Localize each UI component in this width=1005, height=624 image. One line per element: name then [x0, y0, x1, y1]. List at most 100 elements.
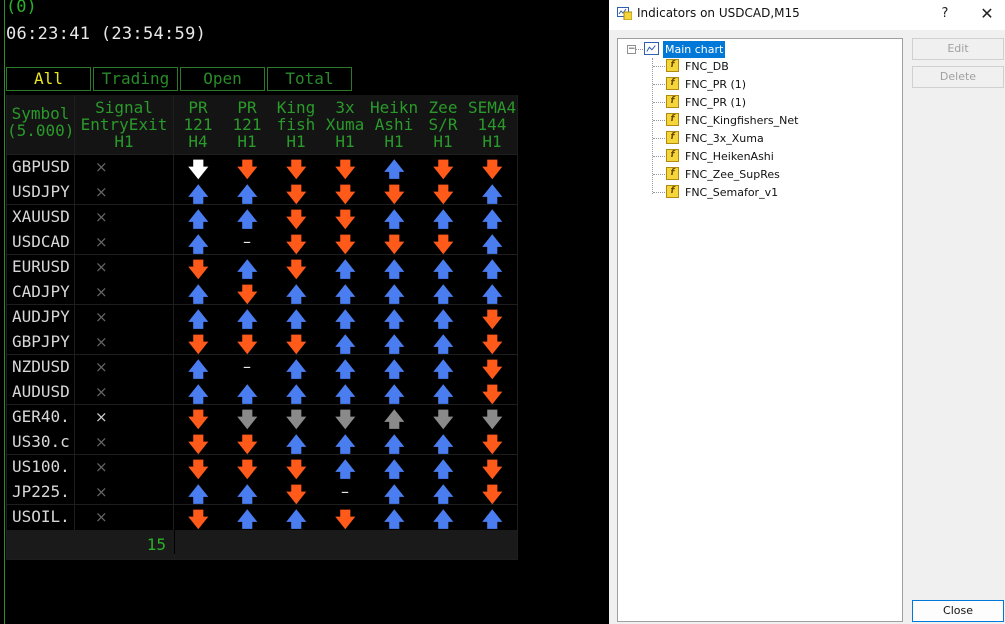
edit-button[interactable]: Edit	[912, 38, 1004, 60]
close-signal-icon[interactable]: ×	[95, 158, 108, 176]
close-signal-icon[interactable]: ×	[95, 408, 108, 426]
arrow-up-icon: 🡅	[433, 332, 454, 356]
arrow-up-icon: 🡅	[188, 232, 209, 256]
delete-button[interactable]: Delete	[912, 66, 1004, 88]
symbol-label[interactable]: GBPJPY	[12, 332, 70, 351]
arrow-down-icon: 🡇	[335, 157, 356, 181]
arrow-down-icon: 🡇	[286, 257, 307, 281]
signal-cell	[75, 155, 173, 204]
arrow-up-icon: 🡅	[384, 507, 405, 531]
tab-open[interactable]: Open	[180, 67, 265, 91]
close-signal-icon[interactable]: ×	[95, 258, 108, 276]
tree-connector	[653, 120, 665, 121]
arrow-down-icon: 🡇	[433, 407, 454, 431]
close-signal-icon[interactable]: ×	[95, 508, 108, 526]
symbol-label[interactable]: GBPUSD	[12, 157, 70, 176]
top-value: (0)	[6, 0, 37, 17]
arrow-down-icon: 🡇	[188, 332, 209, 356]
symbol-count: 15	[146, 535, 166, 554]
dash-icon: –	[341, 482, 349, 501]
symbol-label[interactable]: EURUSD	[12, 257, 70, 276]
arrow-up-icon: 🡅	[286, 307, 307, 331]
arrow-up-icon: 🡅	[433, 257, 454, 281]
signal-cell	[75, 405, 173, 454]
arrow-up-icon: 🡅	[188, 357, 209, 381]
signal-cell	[75, 305, 173, 354]
symbol-label[interactable]: US30.c	[12, 432, 70, 451]
arrow-up-icon: 🡅	[237, 257, 258, 281]
indicator-icon: f	[666, 95, 679, 108]
table-row: AUDJPY × 🡅 🡅 🡅 🡅 🡅 🡅 🡇 GBPJPY × 🡇 🡇 🡇 🡅 🡅 🡅 🡇	[6, 305, 518, 354]
arrow-up-icon: 🡅	[237, 207, 258, 231]
symbol-label[interactable]: GER40.	[12, 407, 70, 426]
signal-cell	[75, 255, 173, 304]
tab-total[interactable]: Total	[267, 67, 352, 91]
tree-connector	[653, 138, 665, 139]
collapse-icon[interactable]: −	[627, 45, 636, 54]
close-signal-icon[interactable]: ×	[95, 433, 108, 451]
tree-root-label: Main chart	[663, 41, 726, 58]
symbol-label[interactable]: USOIL.	[12, 507, 70, 526]
close-signal-icon[interactable]: ×	[95, 383, 108, 401]
arrow-up-icon: 🡅	[237, 182, 258, 206]
symbol-label[interactable]: NZDUSD	[12, 357, 70, 376]
arrow-down-icon: 🡇	[237, 282, 258, 306]
header-col-0: PR 121 H4	[174, 95, 222, 154]
arrow-up-icon: 🡅	[286, 282, 307, 306]
close-signal-icon[interactable]: ×	[95, 358, 108, 376]
footer-empty-cell	[175, 530, 517, 559]
arrow-down-icon: 🡇	[482, 407, 503, 431]
close-signal-icon[interactable]: ×	[95, 208, 108, 226]
symbol-label[interactable]: XAUUSD	[12, 207, 70, 226]
close-window-icon[interactable]: ✕	[973, 3, 1001, 25]
symbol-label[interactable]: JP225.	[12, 482, 70, 501]
close-signal-icon[interactable]: ×	[95, 483, 108, 501]
symbol-label[interactable]: AUDUSD	[12, 382, 70, 401]
tree-connector	[653, 156, 665, 157]
close-signal-icon[interactable]: ×	[95, 283, 108, 301]
arrow-down-icon: 🡇	[335, 507, 356, 531]
close-signal-icon[interactable]: ×	[95, 458, 108, 476]
header-col-5: Zee S/R H1	[419, 95, 467, 154]
arrow-down-icon: 🡇	[286, 182, 307, 206]
tab-trading[interactable]: Trading	[93, 67, 178, 91]
arrow-down-icon: 🡇	[237, 457, 258, 481]
arrow-down-icon: 🡇	[482, 432, 503, 456]
close-signal-icon[interactable]: ×	[95, 183, 108, 201]
arrow-down-icon: 🡇	[482, 382, 503, 406]
symbol-label[interactable]: CADJPY	[12, 282, 70, 301]
arrow-up-icon: 🡅	[237, 307, 258, 331]
arrow-down-icon: 🡇	[188, 257, 209, 281]
close-signal-icon[interactable]: ×	[95, 333, 108, 351]
close-button[interactable]: Close	[912, 600, 1004, 622]
indicator-label: FNC_Kingfishers_Net	[685, 114, 799, 127]
arrow-up-icon: 🡅	[286, 382, 307, 406]
arrow-down-icon: 🡇	[482, 307, 503, 331]
symbol-label[interactable]: USDCAD	[12, 232, 70, 251]
arrow-up-icon: 🡅	[335, 357, 356, 381]
arrow-up-icon: 🡅	[286, 432, 307, 456]
table-row: EURUSD × 🡇 🡅 🡇 🡅 🡅 🡅 🡅 CADJPY × 🡅 🡇 🡅 🡅 🡅 🡅 🡅	[6, 255, 518, 304]
close-signal-icon[interactable]: ×	[95, 233, 108, 251]
arrow-up-icon: 🡅	[335, 382, 356, 406]
indicator-icon: f	[666, 131, 679, 144]
arrow-down-icon: 🡇	[433, 157, 454, 181]
tab-all[interactable]: All	[6, 67, 91, 91]
arrow-up-icon: 🡅	[384, 207, 405, 231]
arrow-down-icon: 🡇	[286, 232, 307, 256]
arrow-up-icon: 🡅	[384, 307, 405, 331]
arrow-up-icon: 🡅	[335, 432, 356, 456]
symbol-label[interactable]: AUDJPY	[12, 307, 70, 326]
arrow-up-icon: 🡅	[384, 257, 405, 281]
arrow-up-icon: 🡅	[384, 157, 405, 181]
close-signal-icon[interactable]: ×	[95, 308, 108, 326]
symbol-label[interactable]: USDJPY	[12, 182, 70, 201]
arrow-down-icon: 🡇	[188, 457, 209, 481]
symbol-label[interactable]: US100.	[12, 457, 70, 476]
help-button[interactable]: ?	[933, 3, 957, 25]
indicator-label: FNC_Semafor_v1	[685, 186, 779, 199]
signal-table: Symbol (5.000) Signal EntryExit H1 PR 12…	[6, 95, 518, 560]
table-row: NZDUSD × 🡅 – 🡅 🡅 🡅 🡅 🡇 AUDUSD × 🡅 🡅 🡅 🡅 🡅 🡅 🡇	[6, 355, 518, 404]
indicator-icon: f	[666, 167, 679, 180]
table-row: US100. × 🡇 🡇 🡇 🡅 🡅 🡅 🡇 JP225. × 🡅 🡅 🡇 – 🡅 🡅 🡇	[6, 455, 518, 504]
